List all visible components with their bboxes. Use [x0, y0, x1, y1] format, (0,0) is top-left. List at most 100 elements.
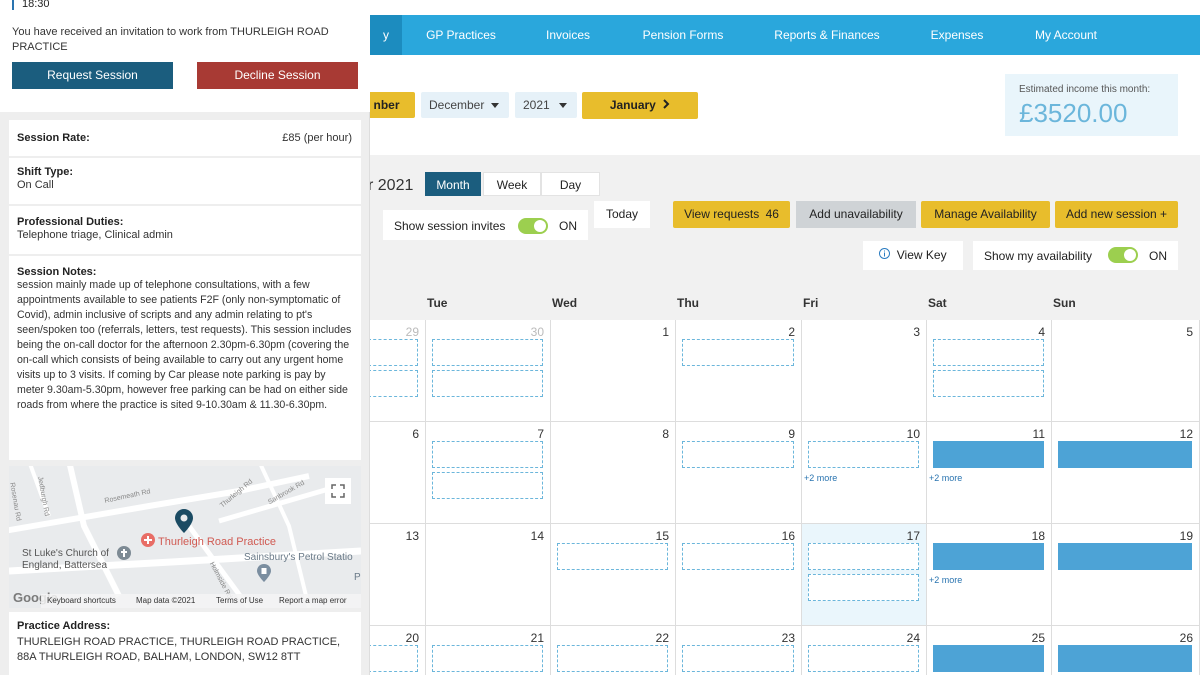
session-event[interactable]	[432, 645, 543, 672]
tab-week[interactable]: Week	[483, 172, 541, 196]
day-number: 4	[1038, 325, 1045, 339]
view-requests-button[interactable]: View requests 46	[673, 201, 790, 228]
session-event[interactable]	[432, 441, 543, 468]
month-select[interactable]: December	[421, 92, 509, 118]
nav-item-expenses[interactable]: Expenses	[904, 15, 1010, 55]
practice-map[interactable]: Jedburgh Rd Rosenau Rd Thurleigh Rd Sanb…	[9, 466, 361, 608]
day-header-sun: Sun	[1053, 296, 1076, 310]
session-event[interactable]	[557, 543, 668, 570]
day-cell[interactable]: 9	[676, 422, 802, 524]
day-cell[interactable]: 1	[551, 320, 676, 422]
session-event[interactable]	[808, 645, 919, 672]
map-place-label: Thurleigh Road Practice	[158, 536, 277, 548]
petrol-label: Sainsbury's Petrol Statio	[244, 552, 353, 563]
session-event[interactable]	[1058, 543, 1192, 570]
session-event[interactable]	[808, 441, 919, 468]
day-cell[interactable]: 23	[676, 626, 802, 675]
request-session-button[interactable]: Request Session	[12, 62, 173, 89]
more-events-link[interactable]: +2 more	[804, 473, 837, 483]
session-event[interactable]	[933, 645, 1044, 672]
session-event[interactable]	[933, 370, 1044, 397]
more-events-link[interactable]: +2 more	[929, 575, 962, 585]
session-event[interactable]	[1058, 645, 1192, 672]
report-map-error-link[interactable]: Report a map error	[279, 596, 347, 605]
day-cell[interactable]: 15	[551, 524, 676, 626]
day-cell[interactable]: 6	[370, 422, 426, 524]
nav-item-pension-forms[interactable]: Pension Forms	[616, 15, 750, 55]
day-number: 9	[788, 427, 795, 441]
day-cell[interactable]: 16	[676, 524, 802, 626]
session-event[interactable]	[808, 574, 919, 601]
day-cell[interactable]: 8	[551, 422, 676, 524]
day-cell[interactable]: 13	[370, 524, 426, 626]
day-cell[interactable]: 5	[1052, 320, 1200, 422]
day-cell[interactable]: 21	[426, 626, 551, 675]
day-cell[interactable]: 26	[1052, 626, 1200, 675]
session-event[interactable]	[1058, 441, 1192, 468]
day-number: 7	[537, 427, 544, 441]
day-number: 6	[412, 427, 419, 441]
more-events-link[interactable]: +2 more	[929, 473, 962, 483]
day-cell[interactable]: 10 +2 more	[802, 422, 927, 524]
day-cell[interactable]: 25	[927, 626, 1052, 675]
show-invites-control: Show session invites ON	[383, 210, 588, 240]
day-cell[interactable]: 24	[802, 626, 927, 675]
session-event[interactable]	[933, 441, 1044, 468]
session-event[interactable]	[808, 543, 919, 570]
shift-type-key: Shift Type:	[17, 166, 74, 178]
manage-availability-button[interactable]: Manage Availability	[921, 201, 1050, 228]
keyboard-shortcuts-link[interactable]: Keyboard shortcuts	[47, 596, 116, 605]
nav-item-gp-practices[interactable]: GP Practices	[402, 15, 520, 55]
decline-session-button[interactable]: Decline Session	[197, 62, 358, 89]
day-cell[interactable]: 30	[426, 320, 551, 422]
day-cell[interactable]: 4	[927, 320, 1052, 422]
day-cell[interactable]: 11 +2 more	[927, 422, 1052, 524]
tab-month[interactable]: Month	[425, 172, 481, 196]
session-event[interactable]	[368, 370, 418, 397]
nav-item-my-account[interactable]: My Account	[1010, 15, 1122, 55]
year-select[interactable]: 2021	[515, 92, 577, 118]
day-cell[interactable]: 18 +2 more	[927, 524, 1052, 626]
session-event[interactable]	[682, 339, 794, 366]
tab-day[interactable]: Day	[541, 172, 600, 196]
session-event[interactable]	[368, 339, 418, 366]
terms-of-use-link[interactable]: Terms of Use	[216, 596, 263, 605]
nav-item-invoices[interactable]: Invoices	[520, 15, 616, 55]
session-event[interactable]	[682, 543, 794, 570]
fullscreen-button[interactable]	[325, 478, 351, 504]
view-key-button[interactable]: View Key	[863, 241, 963, 270]
nav-item-partial[interactable]: y	[370, 15, 402, 55]
session-event[interactable]	[933, 543, 1044, 570]
day-cell[interactable]: 22	[551, 626, 676, 675]
session-event[interactable]	[682, 645, 794, 672]
add-unavailability-button[interactable]: Add unavailability	[796, 201, 916, 228]
day-cell[interactable]: 2	[676, 320, 802, 422]
session-rate-value: £85 (per hour)	[282, 132, 352, 144]
day-cell[interactable]: 19	[1052, 524, 1200, 626]
today-button[interactable]: Today	[594, 201, 650, 228]
day-cell[interactable]: 7	[426, 422, 551, 524]
session-event[interactable]	[933, 339, 1044, 366]
day-cell[interactable]: 29	[368, 320, 426, 422]
day-number: 30	[530, 325, 544, 339]
shift-type-value: On Call	[17, 179, 54, 191]
map-pin-icon[interactable]	[175, 509, 193, 538]
add-new-session-button[interactable]: Add new session +	[1055, 201, 1178, 228]
show-invites-toggle[interactable]	[518, 218, 548, 234]
session-event[interactable]	[368, 645, 418, 672]
day-cell[interactable]: 20	[368, 626, 426, 675]
session-event[interactable]	[432, 472, 543, 499]
session-event[interactable]	[432, 339, 543, 366]
day-cell[interactable]: 14	[426, 524, 551, 626]
session-event[interactable]	[557, 645, 668, 672]
nav-item-reports-finances[interactable]: Reports & Finances	[750, 15, 904, 55]
invite-header: 18:30 You have received an invitation to…	[0, 0, 370, 112]
day-cell[interactable]: 12	[1052, 422, 1200, 524]
session-event[interactable]	[682, 441, 794, 468]
show-availability-toggle[interactable]	[1108, 247, 1138, 263]
next-month-button[interactable]: January	[582, 92, 698, 119]
day-cell[interactable]: 3	[802, 320, 927, 422]
session-event[interactable]	[432, 370, 543, 397]
toggle-knob	[1124, 249, 1136, 261]
day-cell[interactable]: 17	[802, 524, 927, 626]
